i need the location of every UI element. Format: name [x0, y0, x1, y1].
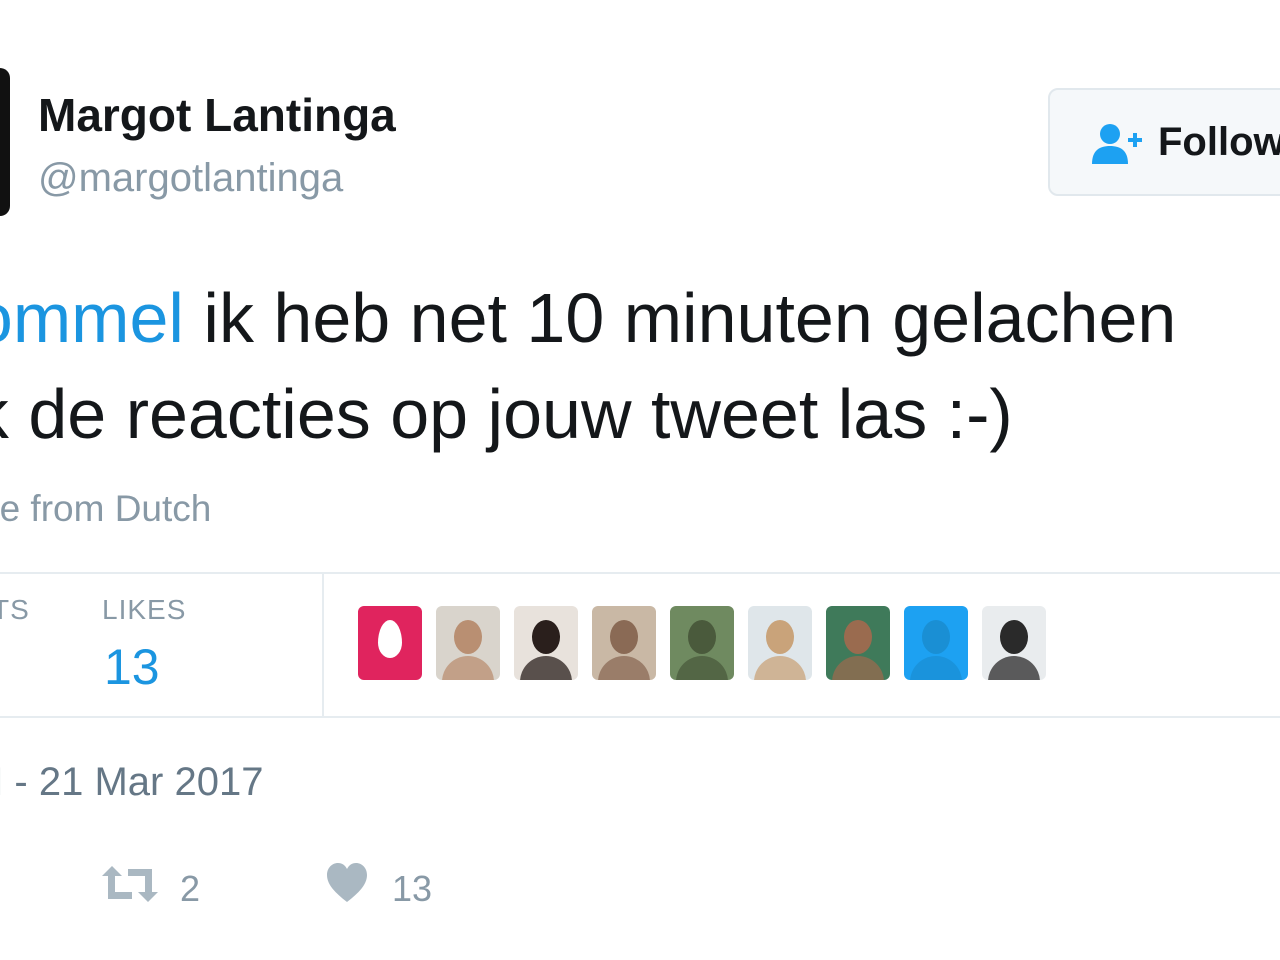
liker-face-shape — [532, 620, 560, 654]
liker-body-shape — [442, 656, 494, 680]
likers-avatars — [358, 606, 1046, 680]
liker-avatar-2[interactable] — [436, 606, 500, 680]
like-count: 13 — [392, 868, 433, 909]
stats-top-divider — [0, 572, 1280, 574]
tweet-text-line-1: vbommel ik heb net 10 minuten gelachen — [0, 270, 1280, 366]
liker-body-shape — [988, 656, 1040, 680]
liker-avatar-1[interactable] — [358, 606, 422, 680]
follow-button[interactable]: Follow — [1048, 88, 1280, 196]
author-handle[interactable]: @margotlantinga — [38, 156, 343, 201]
translate-link[interactable]: slate from Dutch — [0, 488, 211, 530]
liker-face-shape — [922, 620, 950, 654]
add-user-icon — [1092, 124, 1142, 164]
liker-body-shape — [754, 656, 806, 680]
follow-label: Follow — [1158, 120, 1280, 164]
liker-avatar-7[interactable] — [826, 606, 890, 680]
retweets-label[interactable]: TS — [0, 594, 30, 626]
liker-body-shape — [598, 656, 650, 680]
liker-avatar-9[interactable] — [982, 606, 1046, 680]
liker-face-shape — [688, 620, 716, 654]
liker-body-shape — [910, 656, 962, 680]
like-button[interactable]: 13 — [326, 862, 436, 912]
author-avatar[interactable] — [0, 68, 10, 216]
liker-face-shape — [844, 620, 872, 654]
author-display-name[interactable]: Margot Lantinga — [38, 88, 396, 142]
tweet-text-line-1-rest: ik heb net 10 minuten gelachen — [183, 279, 1177, 357]
default-egg-icon — [378, 620, 402, 658]
heart-icon — [327, 863, 367, 902]
tweet-text: vbommel ik heb net 10 minuten gelachen n… — [0, 270, 1280, 462]
liker-avatar-4[interactable] — [592, 606, 656, 680]
stats-vertical-divider — [322, 574, 324, 716]
liker-face-shape — [610, 620, 638, 654]
tweet-text-line-2: n ik de reacties op jouw tweet las :-) — [0, 375, 1013, 453]
retweet-count: 2 — [180, 868, 201, 909]
retweet-icon — [102, 866, 158, 902]
mention-link[interactable]: vbommel — [0, 279, 184, 357]
liker-face-shape — [454, 620, 482, 654]
liker-body-shape — [832, 656, 884, 680]
tweet-card: Margot Lantinga @margotlantinga Follow v… — [0, 0, 1280, 960]
liker-body-shape — [676, 656, 728, 680]
tweet-timestamp[interactable]: M - 21 Mar 2017 — [0, 760, 263, 805]
liker-face-shape — [1000, 620, 1028, 654]
stats-bottom-divider — [0, 716, 1280, 718]
retweet-button[interactable]: 2 — [102, 862, 212, 912]
liker-avatar-5[interactable] — [670, 606, 734, 680]
liker-avatar-6[interactable] — [748, 606, 812, 680]
liker-body-shape — [520, 656, 572, 680]
liker-face-shape — [766, 620, 794, 654]
liker-avatar-8[interactable] — [904, 606, 968, 680]
likes-label[interactable]: LIKES — [102, 594, 186, 626]
liker-avatar-3[interactable] — [514, 606, 578, 680]
likes-count[interactable]: 13 — [104, 638, 160, 696]
